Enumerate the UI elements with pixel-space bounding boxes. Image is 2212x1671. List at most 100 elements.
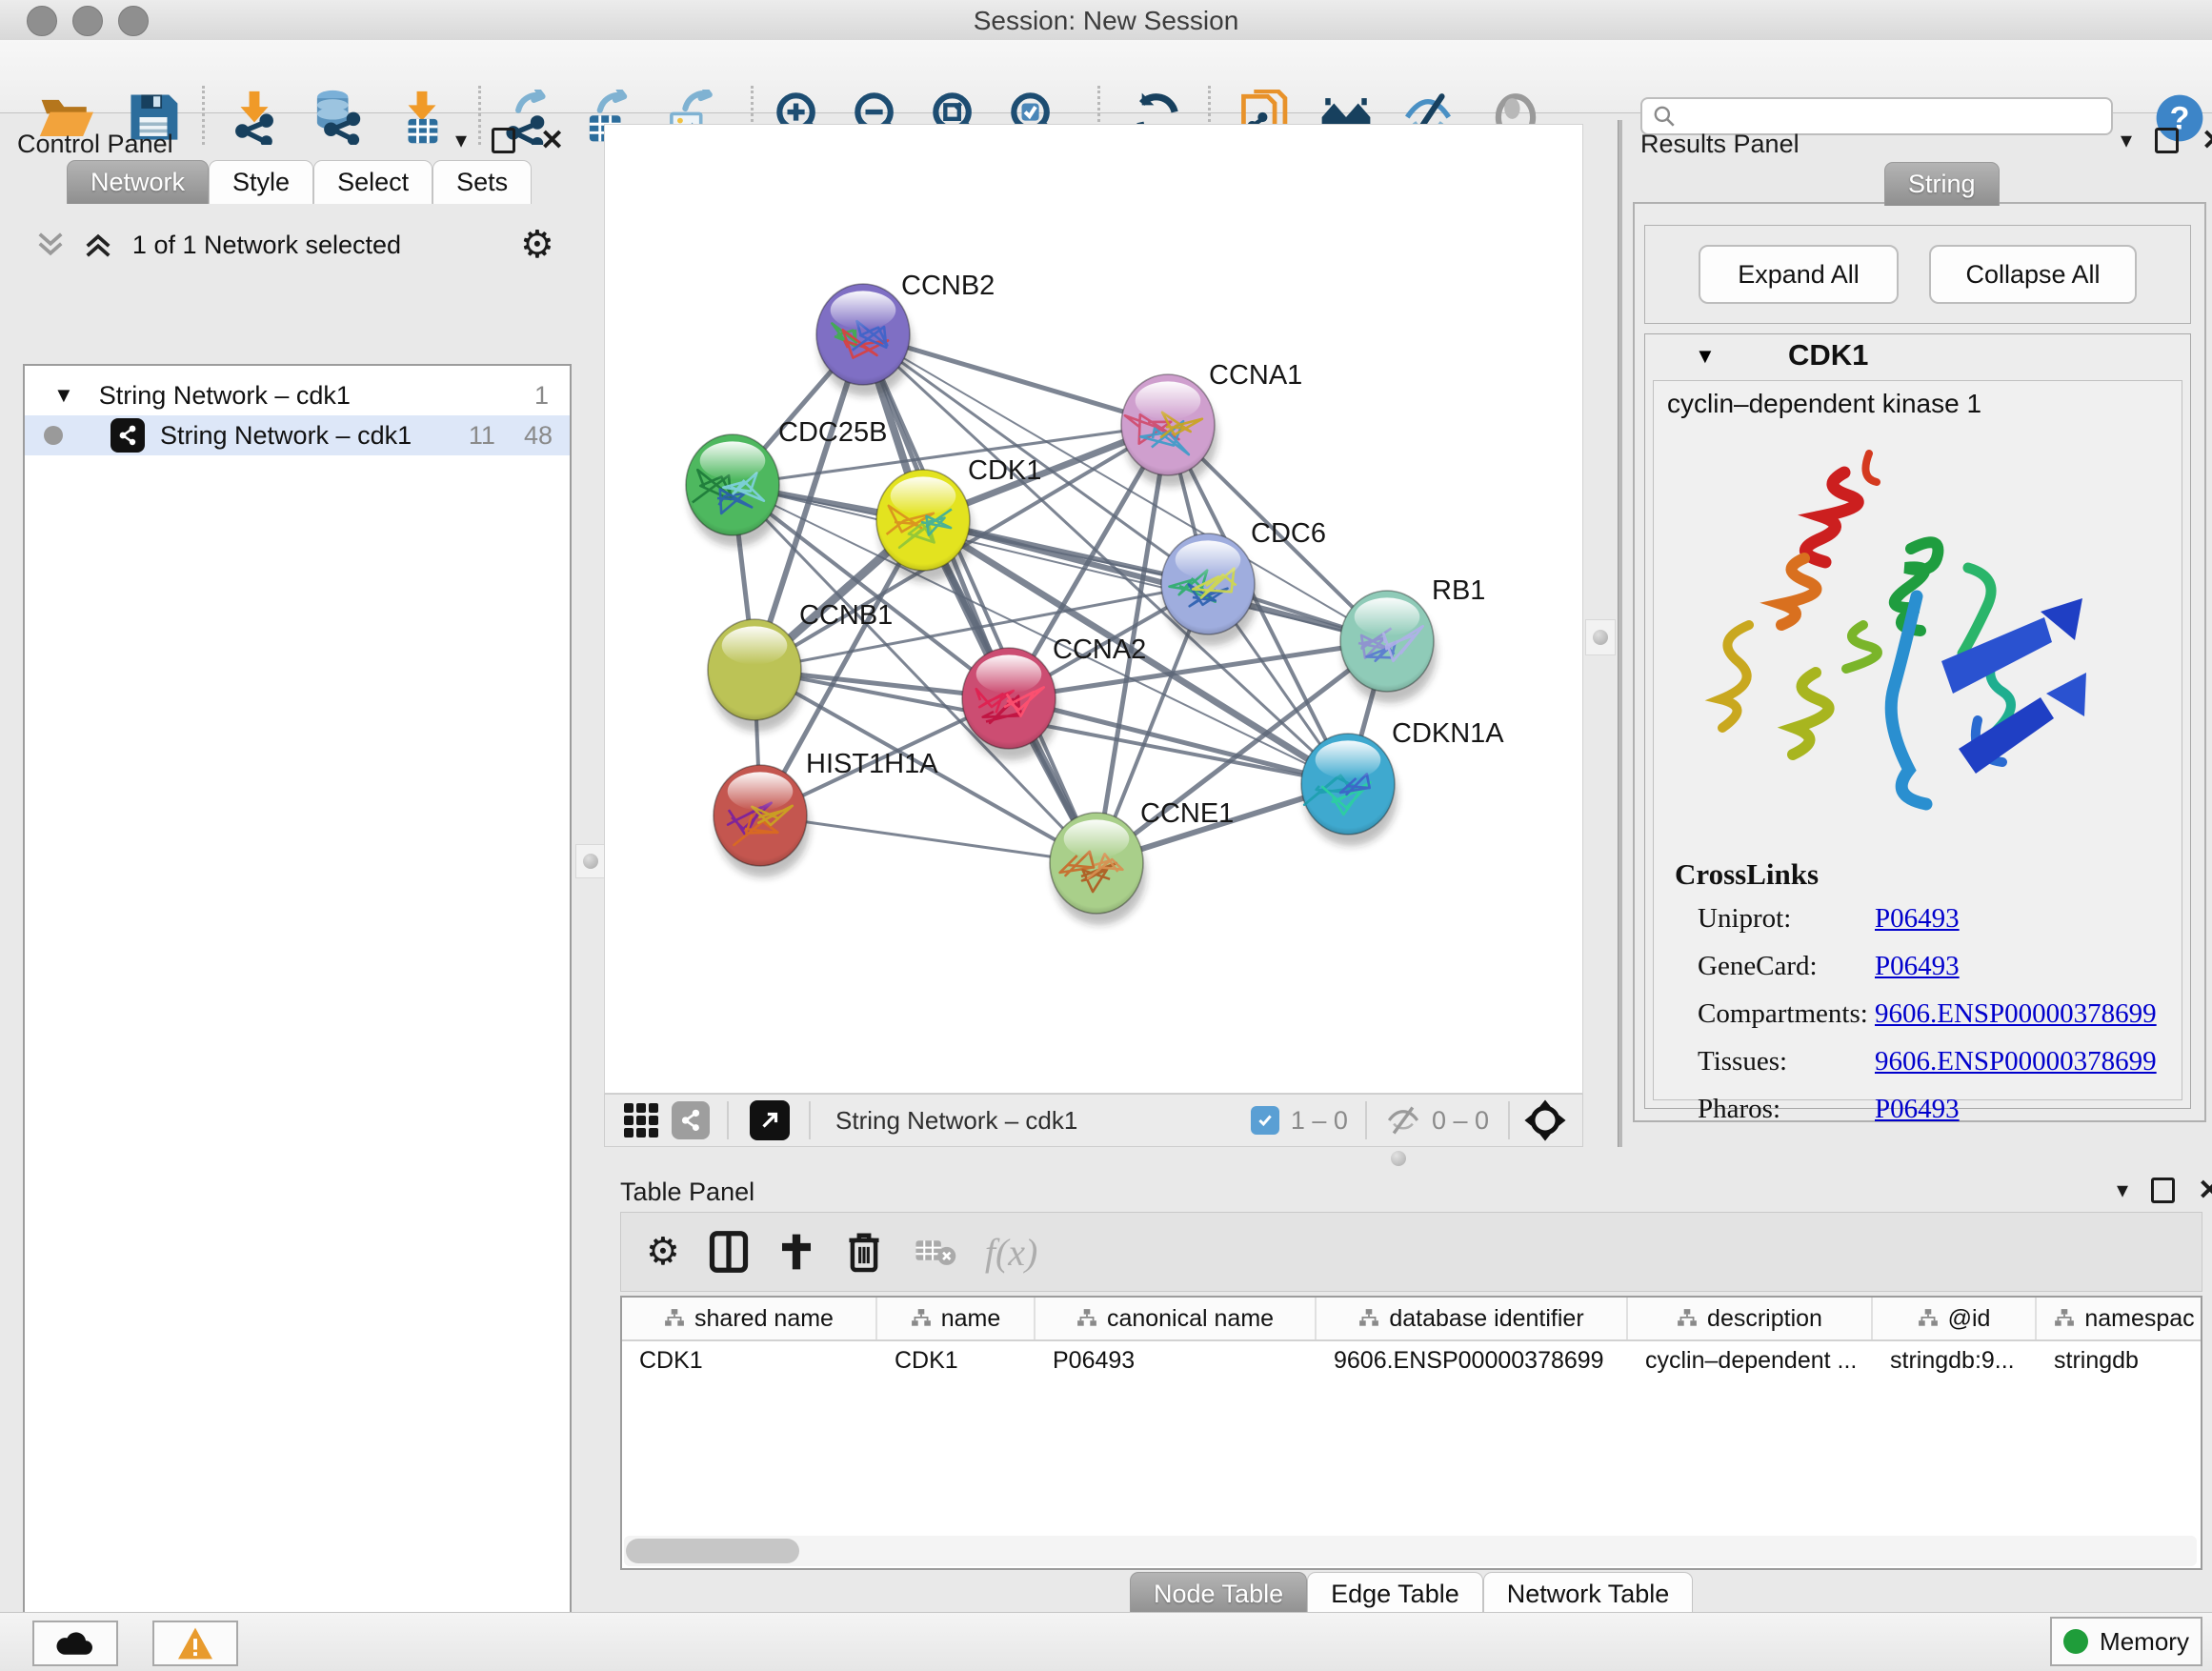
protein-card: ▼ CDK1 cyclin–dependent kinase 1 <box>1644 333 2191 1109</box>
network-collection-row[interactable]: ▼ String Network – cdk1 1 <box>25 375 570 415</box>
column-type-icon <box>1358 1308 1379 1329</box>
column-header[interactable]: description <box>1628 1298 1873 1339</box>
control-panel-float-icon[interactable]: ▾ <box>455 131 467 151</box>
tab-network[interactable]: Network <box>67 160 209 204</box>
network-node-CDK1[interactable] <box>876 470 973 582</box>
memory-button[interactable]: Memory <box>2050 1617 2202 1666</box>
network-node-CCNA2[interactable] <box>962 648 1058 760</box>
column-header[interactable]: database identifier <box>1317 1298 1628 1339</box>
results-panel-float-icon[interactable]: ▾ <box>2121 131 2132 151</box>
crosslink-label: Tissues: <box>1698 1046 1875 1077</box>
crosslinks-list: Uniprot:P06493GeneCard:P06493Compartment… <box>1698 903 2170 1141</box>
node-label-RB1: RB1 <box>1432 575 1485 606</box>
selected-checkbox-icon[interactable] <box>1251 1106 1279 1135</box>
table-panel-float-icon[interactable]: ▾ <box>2117 1181 2128 1200</box>
network-canvas[interactable]: CCNB2CCNA1CDC25BCDK1CDC6RB1CCNB1CCNA2CDK… <box>604 124 1583 1094</box>
network-node-CCNE1[interactable] <box>1050 813 1146 925</box>
control-panel-maximize-icon[interactable] <box>492 128 515 153</box>
tab-sets[interactable]: Sets <box>432 160 532 204</box>
column-header[interactable]: name <box>877 1298 1036 1339</box>
expand-all-button[interactable]: Expand All <box>1699 245 1899 304</box>
crosslink-link[interactable]: 9606.ENSP00000378699 <box>1875 998 2157 1030</box>
hidden-eye-icon <box>1384 1105 1422 1136</box>
table-cell[interactable]: CDK1 <box>877 1341 1036 1379</box>
left-splitter-handle[interactable] <box>575 844 606 878</box>
table-cell[interactable]: P06493 <box>1036 1341 1317 1379</box>
column-type-icon <box>2054 1308 2075 1329</box>
table-panel-maximize-icon[interactable] <box>2151 1178 2175 1203</box>
node-label-CDK1: CDK1 <box>968 455 1041 486</box>
crosslink-link[interactable]: P06493 <box>1875 951 1960 982</box>
bottom-splitter-handle[interactable] <box>1391 1151 1406 1166</box>
network-node-HIST1H1A[interactable] <box>714 765 810 877</box>
cloud-button[interactable] <box>32 1621 118 1666</box>
crosslink-row: GeneCard:P06493 <box>1698 951 2170 982</box>
tab-string[interactable]: String <box>1884 162 2000 206</box>
table-settings-gear-icon[interactable]: ⚙ <box>646 1230 680 1274</box>
network-row[interactable]: String Network – cdk1 11 48 <box>25 415 570 455</box>
results-buttons-bar: Expand All Collapse All <box>1644 225 2191 324</box>
control-panel-close-icon[interactable]: ✕ <box>540 131 564 151</box>
column-type-icon <box>1677 1308 1698 1329</box>
column-header[interactable]: @id <box>1873 1298 2037 1339</box>
delete-column-icon[interactable] <box>846 1230 882 1274</box>
crosslink-link[interactable]: 9606.ENSP00000378699 <box>1875 1046 2157 1077</box>
network-node-CDKN1A[interactable] <box>1301 734 1398 846</box>
node-label-CCNE1: CCNE1 <box>1140 798 1234 829</box>
table-panel-close-icon[interactable]: ✕ <box>2198 1181 2212 1200</box>
tab-edge-table[interactable]: Edge Table <box>1307 1572 1483 1616</box>
node-label-CCNA2: CCNA2 <box>1053 634 1146 665</box>
cloud-icon <box>54 1629 96 1658</box>
results-splitter[interactable] <box>1618 120 1622 1147</box>
string-results-container: Expand All Collapse All ▼ CDK1 cyclin–de… <box>1633 202 2206 1122</box>
network-node-CDC25B[interactable] <box>686 434 782 547</box>
right-splitter-handle[interactable] <box>1585 619 1616 655</box>
results-panel-maximize-icon[interactable] <box>2155 128 2179 153</box>
network-node-CDC6[interactable] <box>1161 534 1257 646</box>
tab-style[interactable]: Style <box>209 160 313 204</box>
tab-node-table[interactable]: Node Table <box>1130 1572 1307 1616</box>
table-horizontal-scrollbar[interactable] <box>624 1536 2197 1566</box>
node-table[interactable]: shared namenamecanonical namedatabase id… <box>620 1296 2202 1570</box>
table-cell[interactable]: stringdb <box>2037 1341 2202 1379</box>
network-node-CCNA1[interactable] <box>1121 374 1217 487</box>
grid-view-icon[interactable] <box>624 1103 658 1137</box>
node-label-CDC25B: CDC25B <box>778 417 887 448</box>
show-columns-icon[interactable] <box>709 1230 749 1274</box>
results-panel-close-icon[interactable]: ✕ <box>2202 131 2212 151</box>
node-label-HIST1H1A: HIST1H1A <box>806 749 938 779</box>
column-header[interactable]: shared name <box>622 1298 877 1339</box>
collection-expand-icon[interactable]: ▼ <box>53 383 74 408</box>
protein-collapse-icon[interactable]: ▼ <box>1695 344 1716 369</box>
network-node-RB1[interactable] <box>1340 591 1437 703</box>
crosslink-link[interactable]: P06493 <box>1875 1094 1960 1125</box>
table-scrollbar-thumb[interactable] <box>626 1539 799 1563</box>
table-cell[interactable]: stringdb:9... <box>1873 1341 2037 1379</box>
tab-select[interactable]: Select <box>313 160 432 204</box>
network-node-CCNB2[interactable] <box>816 284 913 396</box>
window-title: Session: New Session <box>0 6 2212 36</box>
add-column-icon[interactable] <box>777 1231 815 1273</box>
pan-crosshair-icon[interactable] <box>1523 1098 1567 1142</box>
warning-icon <box>176 1626 214 1661</box>
table-cell[interactable]: 9606.ENSP00000378699 <box>1317 1341 1628 1379</box>
network-node-CCNB1[interactable] <box>708 619 804 732</box>
warning-button[interactable] <box>152 1621 238 1666</box>
main-toolbar: ? <box>0 40 2212 113</box>
column-header[interactable]: canonical name <box>1036 1298 1317 1339</box>
function-builder-icon: f(x) <box>985 1230 1038 1275</box>
table-cell[interactable]: CDK1 <box>622 1341 877 1379</box>
table-cell[interactable]: cyclin–dependent ... <box>1628 1341 1873 1379</box>
hidden-counts: 0 – 0 <box>1432 1106 1489 1136</box>
table-row[interactable]: CDK1CDK1P064939606.ENSP00000378699cyclin… <box>622 1341 2201 1379</box>
birds-eye-view-icon[interactable] <box>750 1100 790 1140</box>
table-tabs: Node TableEdge TableNetwork Table <box>1130 1572 1693 1616</box>
collapse-all-button[interactable]: Collapse All <box>1929 245 2137 304</box>
tab-network-table[interactable]: Network Table <box>1483 1572 1694 1616</box>
crosslink-label: Uniprot: <box>1698 903 1875 935</box>
string-view-icon[interactable] <box>672 1101 710 1139</box>
footer-separator <box>809 1101 811 1139</box>
network-options-gear-icon[interactable]: ⚙ <box>520 223 554 267</box>
column-header[interactable]: namespac <box>2037 1298 2202 1339</box>
crosslink-link[interactable]: P06493 <box>1875 903 1960 935</box>
